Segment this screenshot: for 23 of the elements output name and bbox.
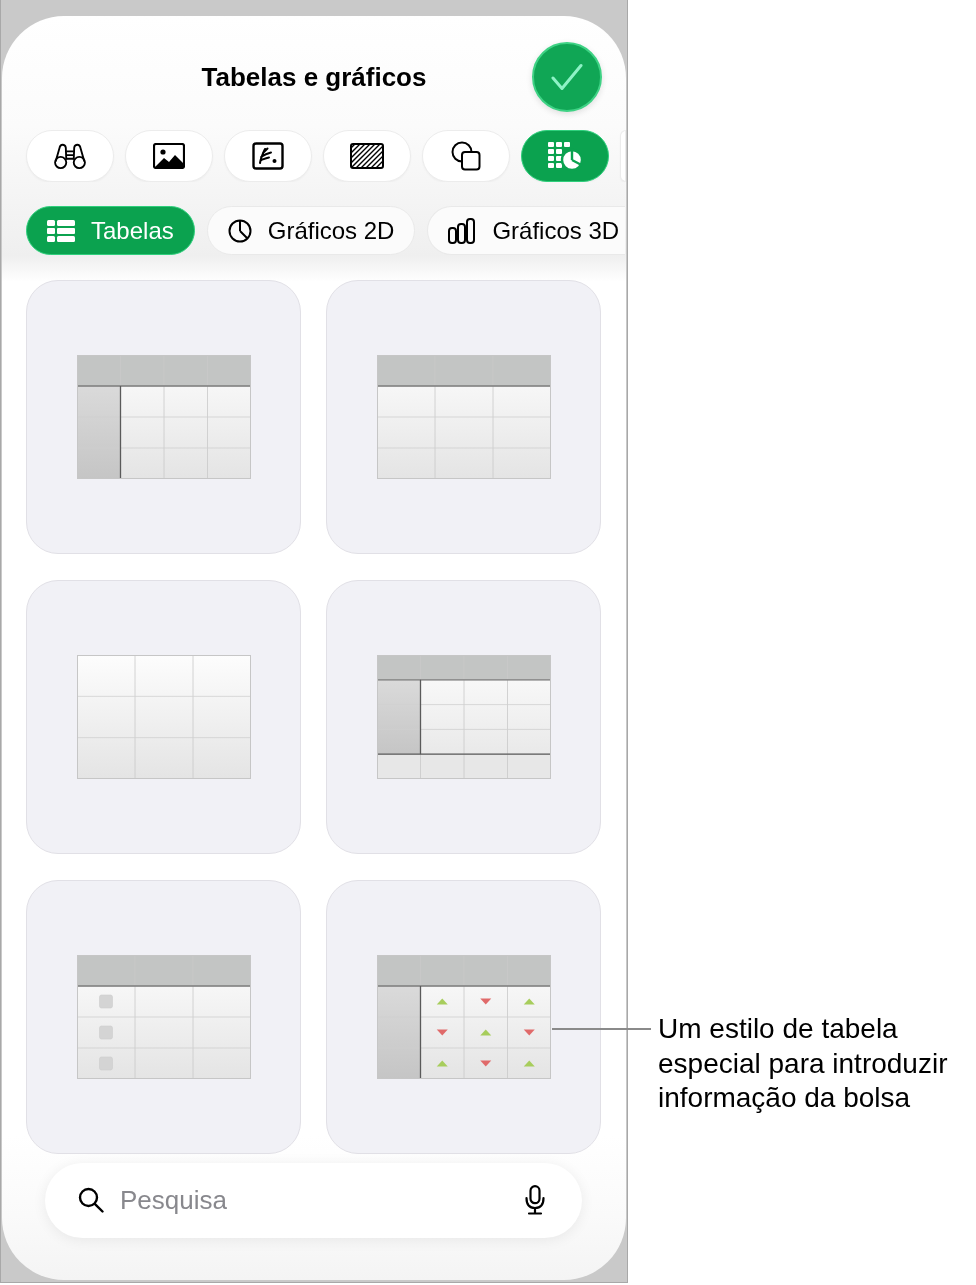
table-style-card[interactable]	[326, 580, 601, 854]
tab[interactable]: Gráficos 2D	[206, 206, 416, 255]
callout-text: Um estilo de tabela especial para introduzir informação da bolsa	[658, 1012, 949, 1115]
hatched-rectangle-icon	[350, 143, 384, 169]
table-style-card[interactable]	[326, 880, 601, 1154]
pie-chart-icon	[227, 218, 252, 243]
search-field[interactable]: Pesquisa	[45, 1163, 582, 1238]
overlapping-shapes-icon	[451, 141, 481, 171]
table-grid-icon	[47, 219, 75, 242]
sheet-title: Tabelas e gráficos	[201, 61, 427, 93]
search-icon	[78, 1187, 104, 1213]
framed-sketch-icon	[252, 142, 284, 170]
microphone-icon[interactable]	[525, 1185, 545, 1215]
table-style-card[interactable]	[326, 280, 601, 554]
bar-chart-icon	[448, 217, 477, 244]
binoculars-icon	[53, 142, 87, 170]
checkmark-icon	[551, 63, 583, 91]
table-and-pie-chart-icon	[547, 141, 583, 171]
table-style-card[interactable]	[26, 280, 301, 554]
photo-icon	[153, 143, 185, 169]
done-button[interactable]	[532, 42, 602, 112]
table-style-card[interactable]	[26, 880, 301, 1154]
tab[interactable]: Gráficos 3D	[427, 206, 626, 255]
